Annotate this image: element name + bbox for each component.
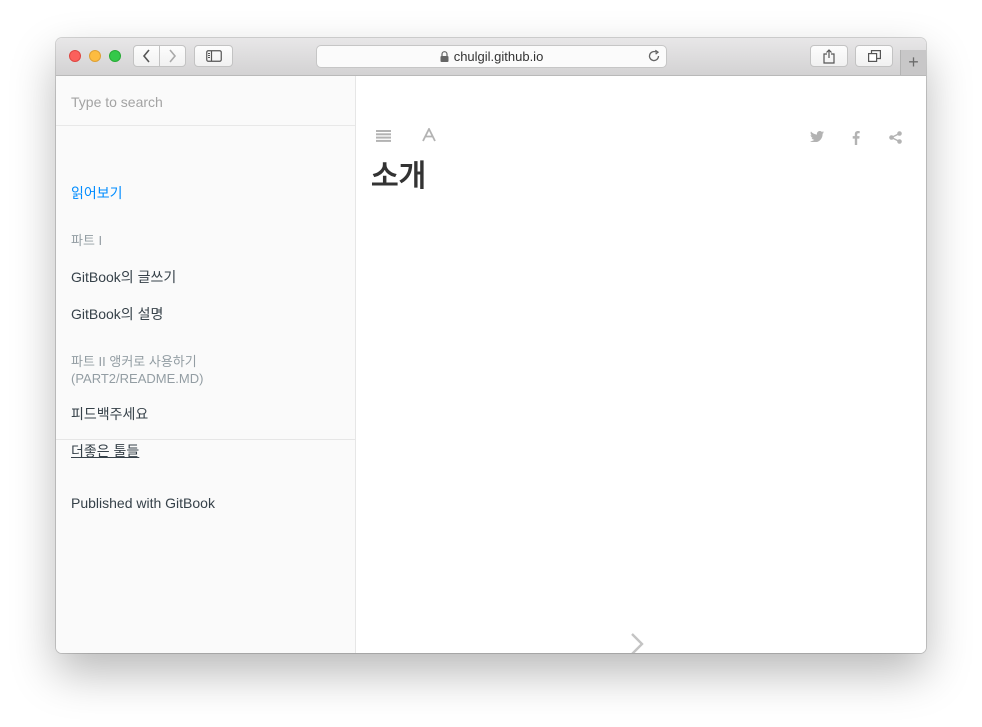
- sidebar-header-part2-line2: (PART2/README.MD): [71, 371, 204, 386]
- address-bar[interactable]: chulgil.github.io: [316, 45, 667, 68]
- font-settings-button[interactable]: [422, 128, 436, 142]
- search-box: [56, 76, 355, 126]
- browser-window: chulgil.github.io + 읽어보기 파트 I GitBook의 글…: [56, 38, 926, 653]
- sidebar-toggle-button[interactable]: [194, 45, 233, 67]
- twitter-icon: [810, 131, 824, 142]
- sidebar-header-part1: 파트 I: [71, 233, 103, 248]
- sidebar-header-part2[interactable]: 파트 II 앵커로 사용하기 (PART2/README.MD): [71, 353, 203, 387]
- close-window-button[interactable]: [69, 50, 81, 62]
- new-tab-button[interactable]: +: [900, 50, 926, 75]
- share-icon: [823, 48, 835, 64]
- zoom-window-button[interactable]: [109, 50, 121, 62]
- sidebar-item-feedback[interactable]: 피드백주세요: [71, 406, 148, 423]
- font-settings-icon: [422, 128, 436, 142]
- sidebar-toggle-icon: [205, 50, 222, 62]
- sidebar-divider: [56, 439, 355, 440]
- lock-icon: [440, 51, 449, 62]
- facebook-share-button[interactable]: [852, 131, 860, 145]
- forward-icon: [169, 49, 177, 63]
- page-title: 소개: [371, 160, 427, 193]
- sidebar-item-better-tools[interactable]: 더좋은 툴들: [71, 443, 139, 460]
- published-with-gitbook-link[interactable]: Published with GitBook: [71, 495, 215, 512]
- tabs-overview-icon: [867, 50, 881, 62]
- book-sidebar: 읽어보기 파트 I GitBook의 글쓰기 GitBook의 설명 파트 II…: [56, 76, 356, 653]
- back-button[interactable]: [134, 46, 159, 66]
- reload-icon[interactable]: [647, 49, 661, 66]
- next-page-button[interactable]: [630, 632, 644, 653]
- share-button[interactable]: [810, 45, 848, 67]
- twitter-share-button[interactable]: [810, 131, 824, 142]
- book-body: 소개: [356, 76, 926, 653]
- tabs-overview-button[interactable]: [855, 45, 893, 67]
- sidebar-item-description[interactable]: GitBook의 설명: [71, 306, 163, 323]
- browser-toolbar: chulgil.github.io +: [56, 38, 926, 76]
- next-page-icon: [631, 633, 644, 653]
- toggle-summary-button[interactable]: [376, 130, 391, 142]
- share-more-button[interactable]: [889, 131, 902, 144]
- menu-icon: [376, 130, 391, 142]
- facebook-icon: [852, 131, 860, 145]
- back-icon: [142, 49, 150, 63]
- address-text: chulgil.github.io: [453, 49, 544, 64]
- share-nodes-icon: [889, 131, 902, 144]
- minimize-window-button[interactable]: [89, 50, 101, 62]
- forward-button[interactable]: [160, 46, 185, 66]
- nav-buttons: [133, 45, 186, 67]
- search-input[interactable]: [69, 90, 343, 114]
- sidebar-item-writing[interactable]: GitBook의 글쓰기: [71, 269, 176, 286]
- sidebar-item-readme[interactable]: 읽어보기: [71, 185, 123, 202]
- sidebar-header-part2-line1: 파트 II 앵커로 사용하기: [71, 354, 197, 369]
